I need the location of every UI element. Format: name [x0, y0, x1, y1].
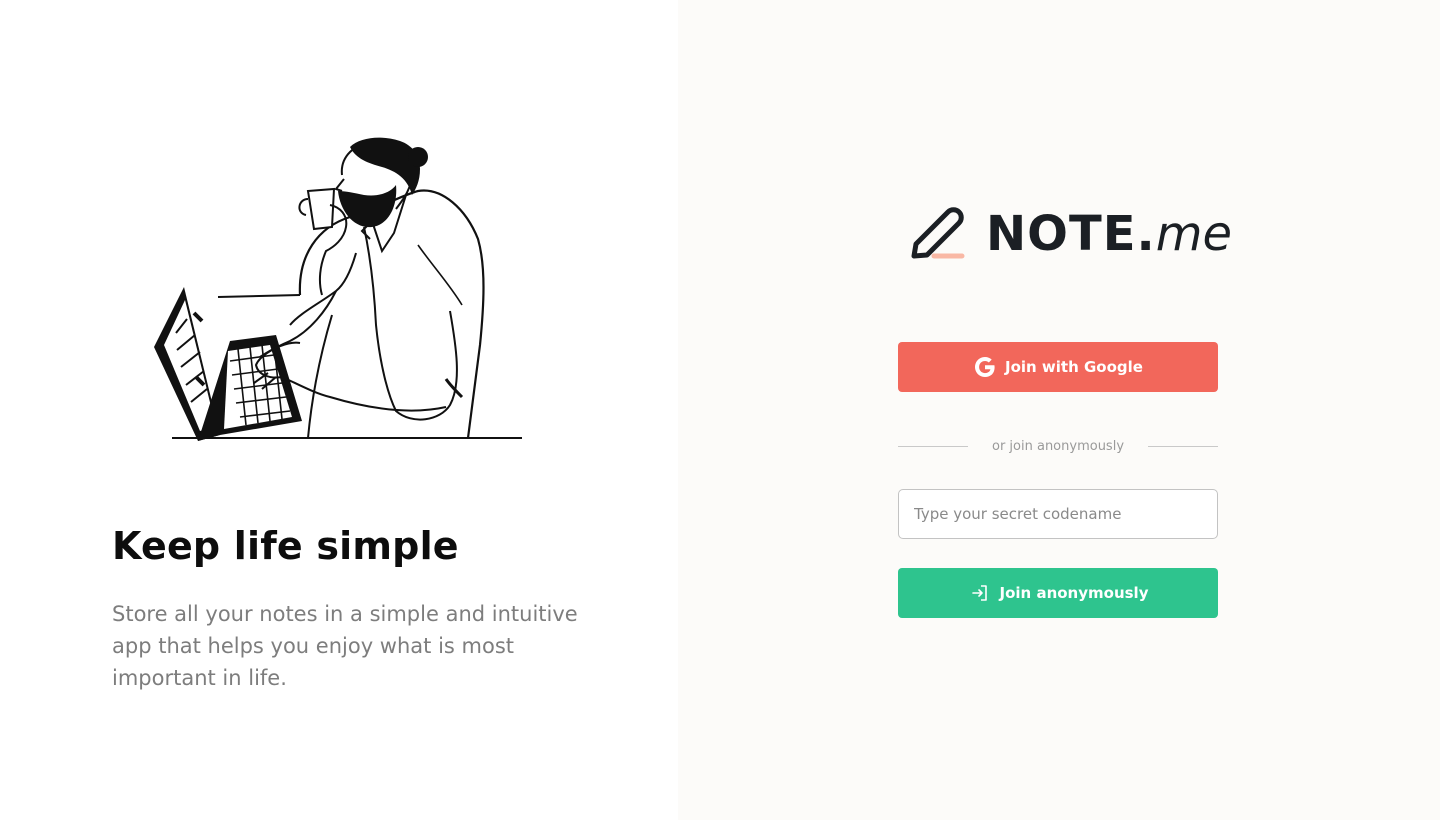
wordmark-strong: NOTE. [986, 206, 1156, 262]
auth-panel: NOTE.me Join with Google or join anonymo… [678, 0, 1440, 820]
wordmark-light: me [1155, 206, 1233, 262]
login-page: Keep life simple Store all your notes in… [0, 0, 1440, 820]
divider-label: or join anonymously [992, 438, 1125, 454]
join-with-google-label: Join with Google [1005, 358, 1143, 376]
hero-description: Store all your notes in a simple and int… [112, 602, 578, 690]
join-anonymously-button[interactable]: Join anonymously [898, 568, 1218, 618]
codename-input[interactable] [898, 489, 1218, 539]
app-wordmark: NOTE.me [986, 204, 1232, 264]
join-with-google-button[interactable]: Join with Google [898, 342, 1218, 392]
google-icon [973, 355, 997, 379]
hero-headline: Keep life simple [112, 524, 459, 568]
pencil-icon [911, 207, 965, 259]
join-anonymously-label: Join anonymously [999, 584, 1149, 602]
divider-line-right [1148, 445, 1219, 447]
sign-in-icon [968, 581, 992, 605]
divider-line-left [898, 445, 968, 447]
hero-panel: Keep life simple Store all your notes in… [0, 0, 678, 820]
app-logo: NOTE.me [908, 204, 1232, 264]
auth-divider: or join anonymously [898, 436, 1219, 456]
man-with-laptop-illustration [154, 137, 522, 441]
